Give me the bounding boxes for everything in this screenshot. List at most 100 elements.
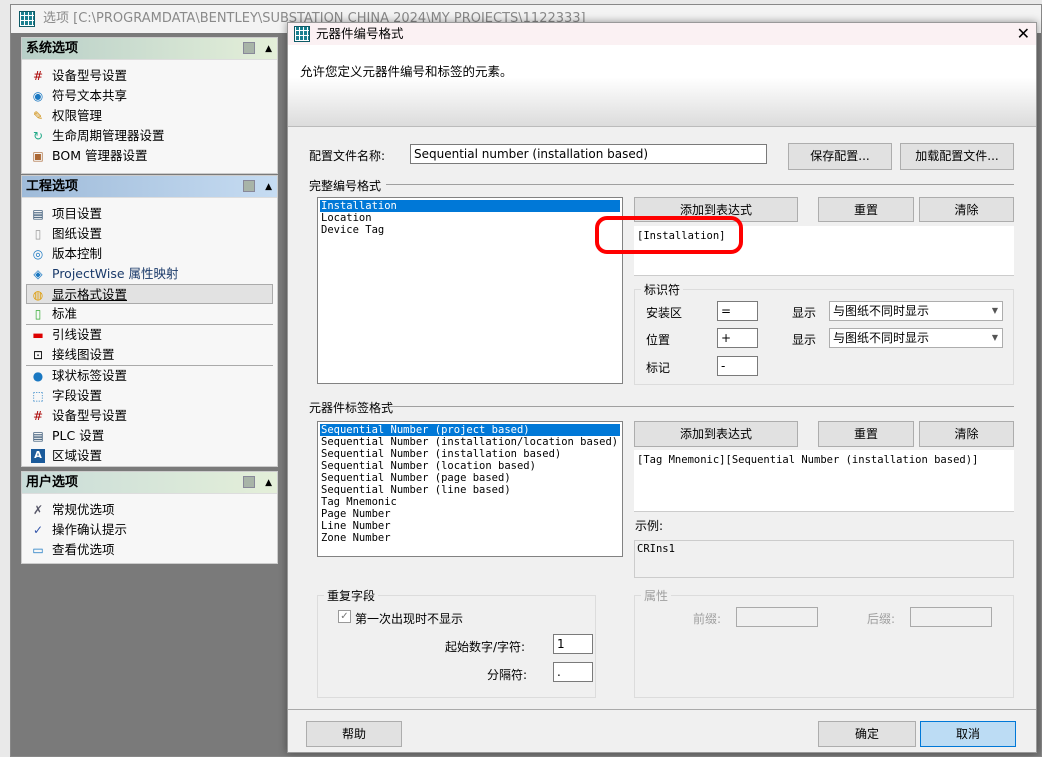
config-name-input[interactable]: Sequential number (installation based) <box>410 144 767 164</box>
notebook-icon: ▤ <box>32 207 44 221</box>
location-prefix-input[interactable]: + <box>717 328 758 348</box>
sidebar-item-lifecycle[interactable]: ↻ 生命周期管理器设置 <box>22 126 277 146</box>
sidebar-item-device-model[interactable]: # 设备型号设置 <box>22 66 277 86</box>
red-highlight-annotation <box>595 216 743 254</box>
dialog-title-bar: 元器件编号格式 ✕ <box>288 23 1036 45</box>
divider <box>386 184 1014 185</box>
sidebar-item-view-prefs[interactable]: ▭ 查看优选项 <box>22 540 277 560</box>
attribute-title: 属性 <box>641 587 672 604</box>
clear-button[interactable]: 清除 <box>919 197 1014 222</box>
sidebar-item-plc[interactable]: ▤ PLC 设置 <box>22 426 277 446</box>
sidebar-item-projectwise[interactable]: ◈ ProjectWise 属性映射 <box>22 264 277 284</box>
hash-icon: # <box>32 409 44 423</box>
save-icon[interactable] <box>243 180 255 192</box>
zone-icon: A <box>31 449 45 463</box>
list-item[interactable]: Zone Number <box>320 532 620 544</box>
sidebar-item-bom[interactable]: ▣ BOM 管理器设置 <box>22 146 277 166</box>
full-format-list[interactable]: Installation Location Device Tag <box>317 197 623 384</box>
start-input[interactable]: 1 <box>553 634 593 654</box>
sidebar-item-zone[interactable]: A 区域设置 <box>22 446 277 466</box>
list-item[interactable]: Location <box>320 212 620 224</box>
tag-label: 标记 <box>646 361 671 375</box>
show-label: 显示 <box>792 333 817 347</box>
sidebar-item-symbol-text[interactable]: ◉ 符号文本共享 <box>22 86 277 106</box>
list-item[interactable]: Sequential Number (installation based) <box>320 448 620 460</box>
divider <box>386 406 1014 407</box>
list-item[interactable]: Sequential Number (installation/location… <box>320 436 620 448</box>
help-button[interactable]: 帮助 <box>306 721 402 747</box>
sidebar-item-field[interactable]: ⬚ 字段设置 <box>22 386 277 406</box>
list-item[interactable]: Installation <box>320 200 620 212</box>
share-icon: ◉ <box>32 89 44 103</box>
repeat-field-title: 重复字段 <box>324 587 379 604</box>
sidebar-item-display-format[interactable]: ◍ 显示格式设置 <box>26 284 273 304</box>
label-format-expression[interactable]: [Tag Mnemonic][Sequential Number (instal… <box>634 450 1014 512</box>
sidebar-item-permissions[interactable]: ✎ 权限管理 <box>22 106 277 126</box>
load-config-button[interactable]: 加载配置文件... <box>900 143 1014 170</box>
sidebar-item-confirm-prompts[interactable]: ✓ 操作确认提示 <box>22 520 277 540</box>
clear-button[interactable]: 清除 <box>919 421 1014 447</box>
sidebar-item-version-control[interactable]: ◎ 版本控制 <box>22 244 277 264</box>
project-options-header[interactable]: 工程选项 ▲ <box>22 176 277 198</box>
component-numbering-dialog: 元器件编号格式 ✕ 允许您定义元器件编号和标签的元素。 配置文件名称: Seque… <box>287 22 1037 753</box>
version-icon: ◎ <box>32 247 44 261</box>
projectwise-icon: ◈ <box>33 267 43 281</box>
list-item[interactable]: Sequential Number (page based) <box>320 472 620 484</box>
leader-icon: ▬ <box>32 328 44 342</box>
save-config-button[interactable]: 保存配置... <box>788 143 892 170</box>
cancel-button[interactable]: 取消 <box>920 721 1016 747</box>
user-options-header[interactable]: 用户选项 ▲ <box>22 472 277 494</box>
field-icon: ⬚ <box>32 389 44 403</box>
suffix-label: 后缀: <box>867 612 896 626</box>
list-item[interactable]: Line Number <box>320 520 620 532</box>
prefix-input[interactable] <box>736 607 818 627</box>
identifier-title: 标识符 <box>641 281 684 298</box>
installation-display-select[interactable]: 与图纸不同时显示 ▼ <box>829 301 1003 321</box>
sidebar-item-project-settings[interactable]: ▤ 项目设置 <box>22 204 277 224</box>
list-item[interactable]: Sequential Number (line based) <box>320 484 620 496</box>
cycle-icon: ↻ <box>32 129 44 143</box>
project-options-panel: 工程选项 ▲ ▤ 项目设置 ▯ 图纸设置 ◎ 版本控制 ◈ ProjectWise 属性映… <box>21 175 278 467</box>
list-item[interactable]: Tag Mnemonic <box>320 496 620 508</box>
location-display-select[interactable]: 与图纸不同时显示 ▼ <box>829 328 1003 348</box>
collapse-icon[interactable]: ▲ <box>265 176 272 198</box>
collapse-icon[interactable]: ▲ <box>265 38 272 60</box>
save-icon[interactable] <box>243 42 255 54</box>
list-item[interactable]: Page Number <box>320 508 620 520</box>
ok-button[interactable]: 确定 <box>818 721 916 747</box>
dialog-title: 元器件编号格式 <box>316 26 404 41</box>
chevron-down-icon: ▼ <box>991 333 998 342</box>
list-item[interactable]: Sequential Number (location based) <box>320 460 620 472</box>
sidebar-item-device-model-2[interactable]: # 设备型号设置 <box>22 406 277 426</box>
sidebar-item-balloon[interactable]: ● 球状标签设置 <box>22 366 277 386</box>
reset-button[interactable]: 重置 <box>818 421 914 447</box>
list-item[interactable]: Sequential Number (project based) <box>320 424 620 436</box>
lock-pen-icon: ✎ <box>32 109 44 123</box>
sidebar-item-drawing-settings[interactable]: ▯ 图纸设置 <box>22 224 277 244</box>
tag-prefix-input[interactable]: - <box>717 356 758 376</box>
list-item[interactable]: Device Tag <box>320 224 620 236</box>
dialog-description: 允许您定义元器件编号和标签的元素。 <box>300 64 513 79</box>
sidebar-item-wiring[interactable]: ⊡ 接线图设置 <box>22 345 277 365</box>
full-format-heading: 完整编号格式 <box>309 179 382 193</box>
label-format-list[interactable]: Sequential Number (project based) Sequen… <box>317 421 623 557</box>
location-label: 位置 <box>646 333 671 347</box>
reset-button[interactable]: 重置 <box>818 197 914 222</box>
hide-first-checkbox[interactable]: ✓ <box>338 610 351 623</box>
sidebar-item-standard[interactable]: ▯ 标准 <box>22 304 277 324</box>
user-options-panel: 用户选项 ▲ ✗ 常规优选项 ✓ 操作确认提示 ▭ 查看优选项 <box>21 471 278 564</box>
separator-label: 分隔符: <box>487 668 528 682</box>
collapse-icon[interactable]: ▲ <box>265 472 272 494</box>
add-to-expression-button[interactable]: 添加到表达式 <box>634 421 798 447</box>
confirm-icon: ✓ <box>32 523 44 537</box>
close-button[interactable]: ✕ <box>1017 23 1030 45</box>
installation-prefix-input[interactable]: = <box>717 301 758 321</box>
suffix-input[interactable] <box>910 607 992 627</box>
save-icon[interactable] <box>243 476 255 488</box>
hide-first-label: 第一次出现时不显示 <box>355 612 464 626</box>
sidebar-item-general-prefs[interactable]: ✗ 常规优选项 <box>22 500 277 520</box>
app-icon <box>294 26 310 42</box>
system-options-header[interactable]: 系统选项 ▲ <box>22 38 277 60</box>
sidebar-item-leader[interactable]: ▬ 引线设置 <box>22 325 277 345</box>
separator-input[interactable]: . <box>553 662 593 682</box>
